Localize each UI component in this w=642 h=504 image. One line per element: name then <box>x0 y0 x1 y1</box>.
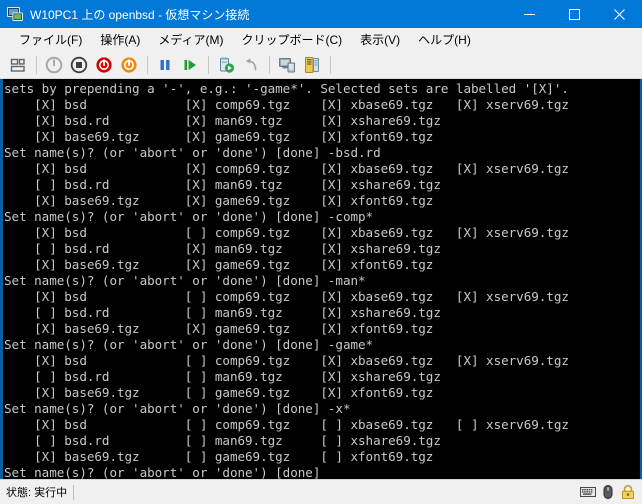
status-bar: 状態: 実行中 <box>0 479 642 504</box>
power-cycle-icon <box>121 57 137 73</box>
terminal-line: [X] base69.tgz [X] game69.tgz [X] xfont6… <box>4 321 434 336</box>
maximize-button[interactable] <box>552 0 597 28</box>
revert-button[interactable] <box>239 53 263 77</box>
close-button[interactable] <box>597 0 642 28</box>
terminal-line: [ ] bsd.rd [ ] man69.tgz [X] xshare69.tg… <box>4 305 441 320</box>
reset-button[interactable] <box>178 53 202 77</box>
terminal-line: [ ] bsd.rd [X] man69.tgz [X] xshare69.tg… <box>4 241 441 256</box>
minimize-icon <box>524 13 535 15</box>
status-icon-group <box>580 484 636 500</box>
status-label: 状態: 実行中 <box>6 487 68 499</box>
virtual-machine-icon <box>7 6 23 22</box>
terminal-line: [X] bsd [ ] comp69.tgz [X] xbase69.tgz [… <box>4 289 569 304</box>
close-icon <box>614 8 625 20</box>
menu-item-media[interactable]: メディア(M) <box>149 30 232 51</box>
terminal-line: [ ] bsd.rd [ ] man69.tgz [ ] xshare69.tg… <box>4 433 441 448</box>
undo-arrow-icon <box>246 58 257 71</box>
menu-item-view[interactable]: 表示(V) <box>351 30 409 51</box>
toolbar-separator-3 <box>208 56 209 74</box>
terminal-line: Set name(s)? (or 'abort' or 'done') [don… <box>4 145 381 160</box>
ctrl-alt-del-icon <box>10 58 25 72</box>
terminal-line: [X] bsd [X] comp69.tgz [X] xbase69.tgz [… <box>4 97 569 112</box>
stop-icon <box>70 56 88 74</box>
menu-bar: ファイル(F) 操作(A) メディア(M) クリップボード(C) 表示(V) ヘ… <box>0 28 642 52</box>
terminal-line: [X] bsd.rd [X] man69.tgz [X] xshare69.tg… <box>4 113 441 128</box>
terminal-line: Set name(s)? (or 'abort' or 'done') [don… <box>4 209 374 224</box>
toolbar-separator-4 <box>269 56 270 74</box>
shut-down-button[interactable] <box>92 53 116 77</box>
terminal-line: [X] bsd [X] comp69.tgz [X] xbase69.tgz [… <box>4 161 569 176</box>
toolbar-separator-5 <box>330 56 331 74</box>
status-divider <box>73 484 75 500</box>
terminal-line: [X] base69.tgz [X] game69.tgz [X] xfont6… <box>4 129 434 144</box>
maximize-icon <box>569 8 580 20</box>
enhanced-session-icon <box>279 58 295 73</box>
terminal-line: [X] base69.tgz [X] game69.tgz [X] xfont6… <box>4 257 434 272</box>
settings-button[interactable] <box>300 53 324 77</box>
toolbar-separator-1 <box>36 56 37 74</box>
menu-item-file[interactable]: ファイル(F) <box>10 30 91 51</box>
shutdown-icon <box>96 57 112 73</box>
lock-icon <box>622 484 634 499</box>
toolbar-separator-2 <box>147 56 148 74</box>
window-controls <box>507 0 642 28</box>
menu-item-help[interactable]: ヘルプ(H) <box>409 30 480 51</box>
enhanced-session-button[interactable] <box>275 53 299 77</box>
terminal-line: [X] base69.tgz [ ] game69.tgz [ ] xfont6… <box>4 449 434 464</box>
menu-item-action[interactable]: 操作(A) <box>91 30 149 51</box>
terminal-line: Set name(s)? (or 'abort' or 'done') [don… <box>4 337 374 352</box>
keyboard-icon <box>580 487 596 497</box>
menu-item-clipboard[interactable]: クリップボード(C) <box>232 30 351 51</box>
terminal-line: Set name(s)? (or 'abort' or 'done') [don… <box>4 273 366 288</box>
title-bar[interactable]: W10PC1 上の openbsd - 仮想マシン接続 <box>0 0 642 28</box>
terminal-line: sets by prepending a '-', e.g.: '-game*'… <box>4 81 569 96</box>
checkpoint-button[interactable] <box>214 53 238 77</box>
terminal-line: Set name(s)? (or 'abort' or 'done') [don… <box>4 465 321 479</box>
power-on-icon <box>45 56 63 74</box>
terminal-line: [X] base69.tgz [ ] game69.tgz [X] xfont6… <box>4 385 434 400</box>
vm-console[interactable]: sets by prepending a '-', e.g.: '-game*'… <box>3 79 640 479</box>
checkpoint-icon <box>220 57 235 73</box>
toolbar <box>0 52 642 79</box>
play-icon <box>184 60 196 70</box>
terminal-line: [ ] bsd.rd [X] man69.tgz [X] xshare69.tg… <box>4 177 441 192</box>
ctrl-alt-del-button[interactable] <box>6 53 30 77</box>
vm-settings-icon <box>305 57 319 73</box>
terminal-line: [X] bsd [ ] comp69.tgz [X] xbase69.tgz [… <box>4 225 569 240</box>
terminal-line: [X] bsd [ ] comp69.tgz [ ] xbase69.tgz [… <box>4 417 569 432</box>
virtual-machine-connection-window: W10PC1 上の openbsd - 仮想マシン接続 ファイル(F) 操作(A… <box>0 0 642 504</box>
vm-console-frame: sets by prepending a '-', e.g.: '-game*'… <box>0 79 642 479</box>
terminal-line: [X] base69.tgz [X] game69.tgz [X] xfont6… <box>4 193 434 208</box>
start-button[interactable] <box>42 53 66 77</box>
terminal-line: [ ] bsd.rd [ ] man69.tgz [X] xshare69.tg… <box>4 369 441 384</box>
terminal-line: Set name(s)? (or 'abort' or 'done') [don… <box>4 401 351 416</box>
pause-icon <box>160 60 170 70</box>
save-state-button[interactable] <box>117 53 141 77</box>
pause-button[interactable] <box>153 53 177 77</box>
mouse-icon <box>603 485 613 499</box>
window-title: W10PC1 上の openbsd - 仮想マシン接続 <box>30 7 250 22</box>
terminal-line: [X] bsd [ ] comp69.tgz [X] xbase69.tgz [… <box>4 353 569 368</box>
minimize-button[interactable] <box>507 0 552 28</box>
turn-off-button[interactable] <box>67 53 91 77</box>
